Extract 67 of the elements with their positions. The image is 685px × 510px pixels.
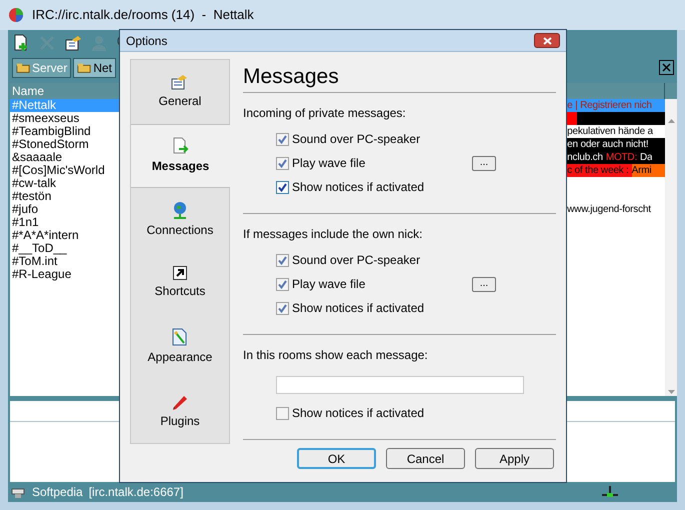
folder-icon [16,62,30,74]
topic-text: Armi [632,164,652,177]
dialog-button[interactable]: Apply [475,448,554,469]
shortcut-arrow-icon [173,266,187,280]
scrollbar[interactable] [665,83,677,396]
page-heading: Messages [243,59,556,93]
channel-item[interactable]: #TeambigBlind [10,125,121,138]
channel-item[interactable]: #cw-talk [10,177,121,190]
close-panel-button[interactable] [659,60,674,75]
globe-icon [172,200,188,219]
properties-icon[interactable] [64,34,82,52]
topic-text: www.jugend-forscht [567,203,651,216]
dialog-button[interactable]: Cancel [386,448,465,469]
channel-item[interactable]: #1n1 [10,216,121,229]
topic-text: pekulativen hände a [567,125,653,138]
new-page-icon[interactable] [12,34,30,52]
channel-item[interactable]: #testön [10,190,121,203]
options-nav-item[interactable]: Connections [131,188,229,252]
document-arrow-icon [172,136,190,155]
channel-item[interactable]: #__ToD__ [10,242,121,255]
scroll-down-icon[interactable] [668,390,674,394]
topic-text: en oder auch nicht! [567,138,648,151]
options-nav-item[interactable]: Messages [131,124,230,188]
checkbox-label[interactable]: Show notices if activated [292,178,424,196]
topic-text: e | Registrieren nich [567,99,652,112]
status-nick: Softpedia [32,484,83,501]
channel-item[interactable]: #smeexseus [10,112,121,125]
tab[interactable]: Net [73,58,116,78]
window-title: IRC://irc.ntalk.de/rooms (14) - Nettalk [32,6,254,24]
status-server: [irc.ntalk.de:6667] [88,484,184,501]
input-field[interactable] [276,376,524,394]
checkmark-icon [278,256,287,264]
channel-item[interactable]: #[Cos]Mic'sWorld [10,164,121,177]
topic-text: Da [640,151,652,164]
options-nav-item[interactable]: General [131,60,229,124]
options-nav-item[interactable]: Plugins [131,379,229,443]
options-nav-item[interactable]: Shortcuts [131,252,229,316]
topic-text: MOTD: [606,151,640,164]
options-nav-item[interactable]: Appearance [131,315,229,380]
topic-text: c of the week : [567,164,632,177]
scroll-up-icon[interactable] [668,119,674,123]
channel-item[interactable]: #R-League [10,268,121,281]
topic-text: nclub.ch [567,151,606,164]
channel-item[interactable]: #ToM.int [10,255,121,268]
column-header[interactable]: Name [10,83,121,99]
checkbox[interactable] [276,180,289,194]
section-label: If messages include the own nick: [243,226,424,243]
connection-icon [601,486,619,498]
close-button[interactable] [534,33,560,48]
dialog-title: Options [126,32,168,50]
channel-item[interactable]: #jufo [10,203,121,216]
checkmark-icon [278,280,287,288]
checkmark-icon [278,304,287,312]
properties-icon [171,74,189,90]
document-pen-icon [172,328,188,346]
close-icon [542,36,552,44]
section-label: In this rooms show each message: [243,347,429,364]
channel-item[interactable]: #StonedStorm [10,138,121,151]
app-icon [8,7,24,23]
checkmark-icon [278,134,287,144]
checkmark-icon [278,182,287,192]
checkmark-icon [278,158,287,168]
channel-item[interactable]: #*A*A*intern [10,229,121,242]
section-label: Incoming of private messages: [243,105,407,122]
close-icon [662,63,671,72]
channel-item[interactable]: &saaaale [10,151,121,164]
dialog-button[interactable]: OK [297,448,376,469]
